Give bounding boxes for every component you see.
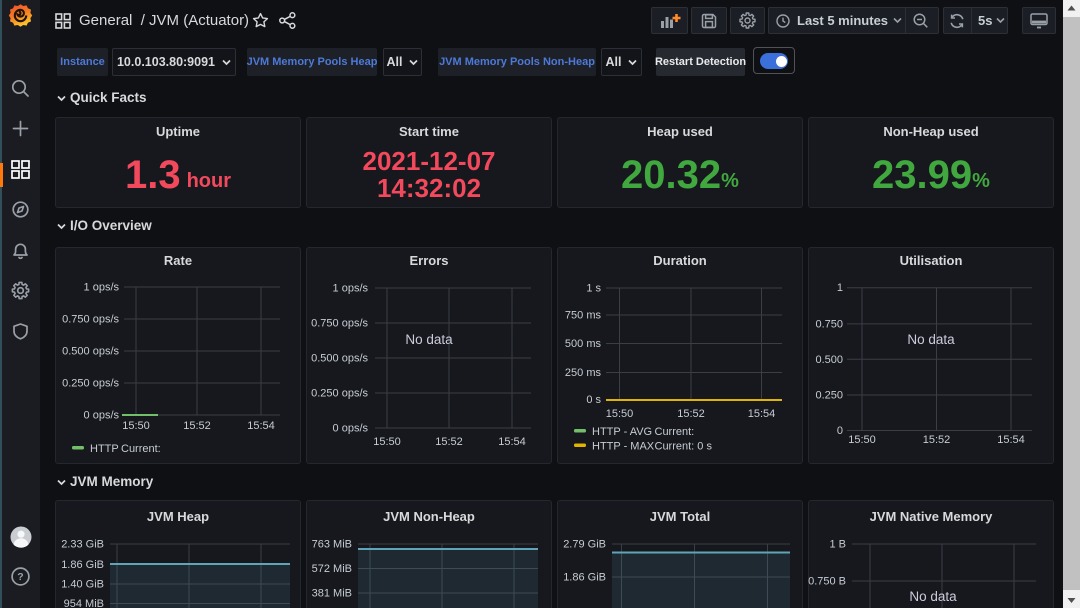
svg-text:763 MiB: 763 MiB	[312, 539, 352, 551]
svg-text:15:50: 15:50	[848, 434, 876, 446]
svg-text:1 B: 1 B	[829, 539, 846, 551]
svg-text:15:54: 15:54	[247, 420, 275, 432]
svg-text:0.750 ops/s: 0.750 ops/s	[311, 318, 368, 330]
svg-text:0.250 ops/s: 0.250 ops/s	[311, 388, 368, 400]
svg-text:15:50: 15:50	[122, 420, 150, 432]
svg-text:No data: No data	[405, 332, 453, 347]
svg-text:0 ops/s: 0 ops/s	[333, 423, 369, 435]
svg-text:0 ops/s: 0 ops/s	[84, 410, 120, 422]
svg-text:0.750: 0.750	[815, 318, 843, 330]
svg-text:0: 0	[837, 425, 843, 437]
svg-text:0.500: 0.500	[815, 354, 843, 366]
svg-text:?: ?	[17, 571, 23, 583]
svg-text:Current: 0 s: Current: 0 s	[655, 441, 713, 453]
svg-text:381 MiB: 381 MiB	[312, 588, 352, 600]
svg-text:250 ms: 250 ms	[565, 367, 602, 379]
svg-text:2.79 GiB: 2.79 GiB	[563, 539, 606, 551]
svg-text:Current:: Current:	[121, 443, 161, 455]
svg-text:15:52: 15:52	[435, 436, 463, 448]
svg-text:1 ops/s: 1 ops/s	[84, 282, 120, 294]
svg-text:750 ms: 750 ms	[565, 310, 602, 322]
svg-text:HTTP - AVG: HTTP - AVG	[592, 426, 652, 438]
svg-text:0.750 B: 0.750 B	[808, 576, 846, 588]
svg-text:No data: No data	[907, 332, 955, 347]
svg-text:0.750 ops/s: 0.750 ops/s	[62, 314, 119, 326]
svg-text:500 ms: 500 ms	[565, 338, 602, 350]
svg-text:1.40 GiB: 1.40 GiB	[61, 579, 104, 591]
svg-text:1.86 GiB: 1.86 GiB	[563, 572, 606, 584]
svg-text:0.250 ops/s: 0.250 ops/s	[62, 378, 119, 390]
svg-text:HTTP - MAX: HTTP - MAX	[592, 441, 655, 453]
svg-text:HTTP: HTTP	[90, 443, 119, 455]
svg-text:Current:: Current:	[655, 426, 695, 438]
svg-text:15:50: 15:50	[373, 436, 401, 448]
svg-text:1.86 GiB: 1.86 GiB	[61, 559, 104, 571]
svg-text:1 s: 1 s	[586, 283, 601, 295]
svg-text:572 MiB: 572 MiB	[312, 563, 352, 575]
svg-text:1 ops/s: 1 ops/s	[333, 283, 369, 295]
svg-text:954 MiB: 954 MiB	[64, 598, 104, 608]
svg-text:15:52: 15:52	[183, 420, 211, 432]
svg-text:0 s: 0 s	[586, 394, 601, 406]
svg-text:15:50: 15:50	[606, 408, 634, 420]
svg-text:1: 1	[837, 282, 843, 294]
svg-text:15:52: 15:52	[923, 434, 951, 446]
svg-text:0.250: 0.250	[815, 390, 843, 402]
svg-text:No data: No data	[909, 589, 957, 604]
svg-text:15:54: 15:54	[498, 436, 526, 448]
svg-text:15:54: 15:54	[997, 434, 1025, 446]
svg-text:15:52: 15:52	[677, 408, 705, 420]
svg-text:0.500 ops/s: 0.500 ops/s	[62, 346, 119, 358]
svg-text:2.33 GiB: 2.33 GiB	[61, 539, 104, 551]
svg-text:15:54: 15:54	[748, 408, 776, 420]
svg-text:0.500 ops/s: 0.500 ops/s	[311, 353, 368, 365]
